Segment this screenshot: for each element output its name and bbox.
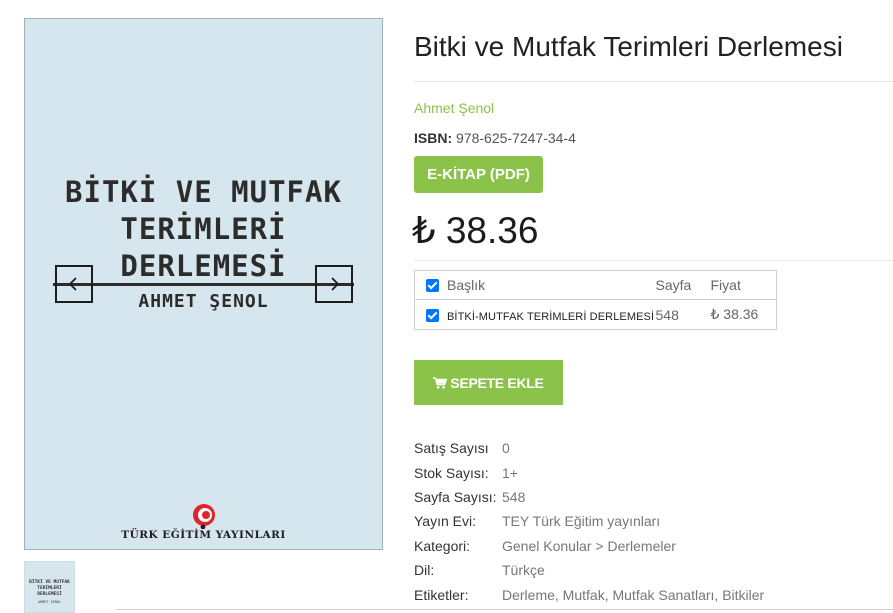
row-title-cell: BİTKİ-MUTFAK TERİMLERİ DERLEMESİ (415, 300, 656, 330)
cover-thumbnail[interactable]: BİTKİ VE MUTFAK TERİMLERİ DERLEMESİ AHME… (24, 561, 75, 613)
header-title-cell: Başlık (414, 270, 656, 300)
product-title: Bitki ve Mutfak Terimleri Derlemesi (414, 31, 843, 62)
format-ebook-pdf-button[interactable]: E-KİTAP (PDF) (414, 156, 543, 193)
chevron-right-icon (331, 277, 340, 291)
meta-sales: Satış Sayısı 0 (414, 440, 510, 457)
bottom-divider (116, 609, 893, 610)
isbn-value: 978-625-7247-34-4 (456, 130, 576, 146)
cover-divider (53, 283, 354, 286)
thumbnail-author: AHMET ŞENOL (37, 600, 62, 604)
header-price: Fiyat (710, 270, 777, 300)
row-checkbox[interactable] (426, 308, 439, 322)
gallery-prev-button[interactable] (55, 265, 93, 303)
isbn-label: ISBN: (414, 130, 453, 146)
cover-publisher: TÜRK EĞİTİM YAYINLARI (121, 529, 286, 541)
thumbnail-title: BİTKİ VE MUTFAK TERİMLERİ DERLEMESİ (29, 580, 70, 597)
isbn: ISBN: 978-625-7247-34-4 (414, 130, 576, 146)
meta-stock: Stok Sayısı: 1+ (414, 464, 518, 481)
chevron-left-icon (68, 277, 77, 291)
product-meta: Satış Sayısı 0 Stok Sayısı: 1+ Sayfa Say… (414, 436, 764, 607)
product-price: ₺ 38.36 (412, 210, 539, 251)
meta-tags: Etiketler: Derleme, Mutfak, Mutfak Sanat… (414, 586, 765, 603)
shopping-cart-icon (433, 376, 448, 389)
add-to-cart-label: SEPETE EKLE (450, 374, 544, 391)
gallery-next-button[interactable] (315, 265, 353, 303)
header-title: Başlık (447, 277, 486, 293)
title-divider (414, 81, 893, 82)
publisher-logo-icon (193, 504, 215, 529)
price-divider (414, 260, 893, 261)
header-pages: Sayfa (655, 270, 711, 300)
meta-category: Kategori: Genel Konular > Derlemeler (414, 537, 676, 554)
author-link[interactable]: Ahmet Şenol (414, 100, 494, 116)
meta-publisher: Yayın Evi: TEY Türk Eğitim yayınları (414, 513, 661, 530)
row-price: ₺ 38.36 (710, 306, 759, 322)
meta-language: Dil: Türkçe (414, 562, 545, 579)
add-to-cart-button[interactable]: SEPETE EKLE (414, 360, 563, 405)
select-all-checkbox[interactable] (426, 279, 439, 292)
variant-table: Başlık Sayfa Fiyat BİTKİ-MUTFAK TERİMLER… (414, 270, 777, 330)
row-title: BİTKİ-MUTFAK TERİMLERİ DERLEMESİ (447, 310, 655, 323)
book-cover-image: BİTKİ VE MUTFAK TERİMLERİ DERLEMESİ AHME… (24, 18, 383, 550)
meta-pages: Sayfa Sayısı: 548 (414, 488, 526, 505)
variant-table-header: Başlık Sayfa Fiyat (414, 270, 777, 300)
table-row[interactable]: BİTKİ-MUTFAK TERİMLERİ DERLEMESİ 548 ₺ 3… (415, 300, 777, 330)
row-pages: 548 (655, 306, 679, 323)
